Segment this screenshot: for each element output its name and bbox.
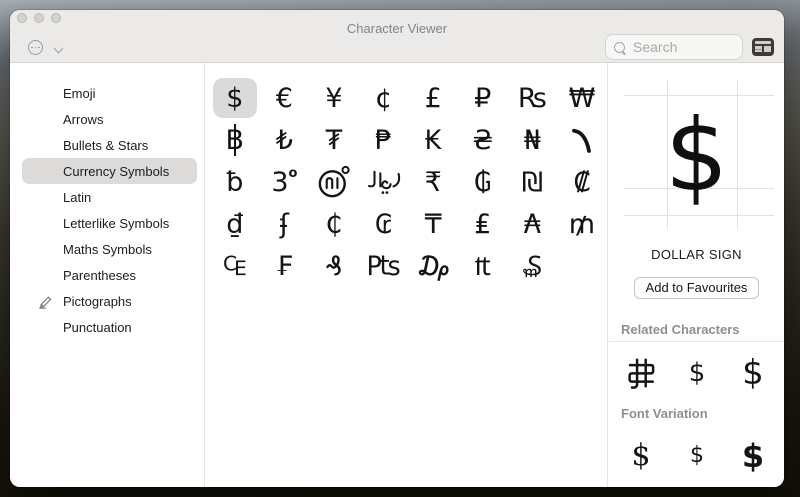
sidebar-item-latin[interactable]: Latin xyxy=(22,184,197,210)
grid-cell-baht-sign[interactable]: B xyxy=(213,120,257,160)
sidebar-item-label: Parentheses xyxy=(63,267,136,283)
grid-cell-rial-sign[interactable] xyxy=(362,162,406,202)
chevron-down-icon[interactable] xyxy=(55,45,63,53)
circle-ellipsis-icon[interactable] xyxy=(28,40,43,55)
related-characters-row: $ $ xyxy=(613,349,781,397)
grid-cell-french-franc-sign[interactable]: ₣ xyxy=(262,246,306,286)
sidebar-item-label: Punctuation xyxy=(63,319,132,335)
sidebar-item-label: Pictographs xyxy=(63,293,132,309)
search-field[interactable] xyxy=(605,34,743,60)
grid-cell-spesmilo-sign[interactable]: ₷ xyxy=(510,246,554,286)
section-divider xyxy=(609,341,784,342)
detail-panel: $ DOLLAR SIGN Add to Favourites Related … xyxy=(609,63,784,487)
grid-cell-dollar-sign[interactable]: $ xyxy=(212,78,257,118)
character-grid-wrap: $€¥¢£₽₨₩ B₺₮₱₭₴₦ ƀ3 ₹₲₪₡ ₫ʄ₵₢₸₤₳₥ ₠₣₰₧₯₶₷ xyxy=(206,63,608,487)
sidebar-item-maths-symbols[interactable]: Maths Symbols xyxy=(22,236,197,262)
grid-cell-rupee-sign[interactable]: ₨ xyxy=(510,78,554,118)
character-grid: $€¥¢£₽₨₩ B₺₮₱₭₴₦ ƀ3 ₹₲₪₡ ₫ʄ₵₢₸₤₳₥ ₠₣₰₧₯₶₷ xyxy=(206,63,607,287)
panel-toggle-icon[interactable] xyxy=(752,38,774,56)
content-area: Emoji Arrows Bullets & Stars Currency Symbo… xyxy=(10,63,784,487)
grid-cell-new-shekel-sign[interactable]: ₪ xyxy=(510,162,554,202)
grid-cell-tamil-rupee-sign[interactable] xyxy=(312,162,356,202)
grid-cell-ruble-sign[interactable]: ₽ xyxy=(461,78,505,118)
sidebar-item-label: Arrows xyxy=(63,111,104,127)
grid-cell-livre-tournois-sign[interactable]: ₶ xyxy=(461,246,505,286)
grid-cell-colon-sign[interactable]: ₡ xyxy=(560,162,604,202)
sidebar-item-currency-symbols[interactable]: Currency Symbols xyxy=(22,158,197,184)
dollar-variant[interactable]: $ xyxy=(613,481,669,487)
sidebar-item-label: Letterlike Symbols xyxy=(63,215,170,231)
font-variation-row-2: $$$ xyxy=(613,481,781,487)
grid-cell-indian-rupee-sign[interactable]: ₹ xyxy=(411,162,455,202)
sidebar-item-emoji[interactable]: Emoji xyxy=(22,80,197,106)
grid-cell-peso-sign[interactable]: ₱ xyxy=(362,120,406,160)
grid-cell-hryvnia-sign[interactable]: ₴ xyxy=(461,120,505,160)
search-icon xyxy=(614,41,625,53)
grid-cell-german-penny-sign[interactable]: ₰ xyxy=(312,246,356,286)
fullwidth-dollar[interactable]: $ xyxy=(725,349,781,397)
grid-cell-kip-sign[interactable]: ₭ xyxy=(411,120,455,160)
grid-cell-peseta-sign[interactable]: ₧ xyxy=(362,246,406,286)
sidebar-item-label: Currency Symbols xyxy=(63,163,170,179)
related-characters-header: Related Characters xyxy=(621,322,740,337)
grid-cell-lira-sign[interactable]: ₤ xyxy=(461,204,505,244)
grid-cell-bengali-rupee-mark[interactable] xyxy=(560,120,604,160)
grid-cell-mill-sign[interactable]: ₥ xyxy=(560,204,604,244)
grid-cell-tenge-sign[interactable]: ₸ xyxy=(411,204,455,244)
sidebar: Emoji Arrows Bullets & Stars Currency Symbo… xyxy=(10,63,205,487)
sidebar-item-punctuation[interactable]: Punctuation xyxy=(22,314,197,340)
grid-cell-cruzeiro-sign[interactable]: ₢ xyxy=(362,204,406,244)
dollar-small-variant[interactable]: $ xyxy=(669,432,725,480)
grid-cell-won-sign[interactable]: ₩ xyxy=(560,78,604,118)
dollar-small[interactable]: $ xyxy=(669,349,725,397)
dollar-bold-variant[interactable]: $ xyxy=(725,432,781,480)
sidebar-item-pictographs[interactable]: Pictographs xyxy=(22,288,197,314)
sidebar-item-label: Emoji xyxy=(63,85,96,101)
grid-cell-naira-sign[interactable]: ₦ xyxy=(510,120,554,160)
glyph-name: DOLLAR SIGN xyxy=(651,247,742,262)
sidebar-item-label: Bullets & Stars xyxy=(63,137,149,153)
grid-cell-austral-sign[interactable]: ₳ xyxy=(510,204,554,244)
grid-cell-dong-sign[interactable]: ₫ xyxy=(213,204,257,244)
titlebar: Character Viewer xyxy=(10,10,784,63)
grid-cell-pound-sign[interactable]: £ xyxy=(411,78,455,118)
glyph-preview: $ xyxy=(664,97,729,214)
dollar-variant[interactable]: $ xyxy=(725,481,781,487)
grid-cell-bengali-ganda-mark[interactable]: ʄ xyxy=(262,204,306,244)
grid-cell-cent-sign[interactable]: ¢ xyxy=(362,78,406,118)
grid-cell-euro-currency-sign[interactable]: ₠ xyxy=(213,246,257,286)
grid-cell-tugrik-sign[interactable]: ₮ xyxy=(312,120,356,160)
grid-cell-euro-sign[interactable]: € xyxy=(262,78,306,118)
grid-cell-guarani-sign[interactable]: ₲ xyxy=(461,162,505,202)
pencil-icon xyxy=(35,293,55,309)
grid-cell-taka-sign[interactable]: ƀ xyxy=(213,162,257,202)
sidebar-item-arrows[interactable]: Arrows xyxy=(22,106,197,132)
cjk-dollar-character[interactable] xyxy=(613,349,669,397)
sidebar-item-letterlike-symbols[interactable]: Letterlike Symbols xyxy=(22,210,197,236)
ellipsis-dots xyxy=(31,46,40,49)
sidebar-item-parentheses[interactable]: Parentheses xyxy=(22,262,197,288)
grid-cell-cedi-sign[interactable]: ₵ xyxy=(312,204,356,244)
grid-cell-gujarati-rupee-sign[interactable]: 3 xyxy=(262,162,306,202)
character-viewer-window: Character Viewer Emoji Arrows Bullets & St… xyxy=(10,10,784,487)
font-variation-header: Font Variation xyxy=(621,406,708,421)
grid-cell-turkish-lira-sign[interactable]: ₺ xyxy=(262,120,306,160)
search-input[interactable] xyxy=(631,38,734,56)
sidebar-item-label: Latin xyxy=(63,189,92,205)
grid-cell-drachma-sign[interactable]: ₯ xyxy=(411,246,455,286)
dollar-variant[interactable]: $ xyxy=(669,481,725,487)
dollar-serif-variant[interactable]: $ xyxy=(613,432,669,480)
grid-cell-yen-sign[interactable]: ¥ xyxy=(312,78,356,118)
sidebar-item-label: Maths Symbols xyxy=(63,241,152,257)
sidebar-list: Emoji Arrows Bullets & Stars Currency Symbo… xyxy=(10,80,204,340)
sidebar-item-bullets-stars[interactable]: Bullets & Stars xyxy=(22,132,197,158)
add-to-favourites-button[interactable]: Add to Favourites xyxy=(633,277,760,299)
font-variation-row: $ $ $ xyxy=(613,432,781,480)
